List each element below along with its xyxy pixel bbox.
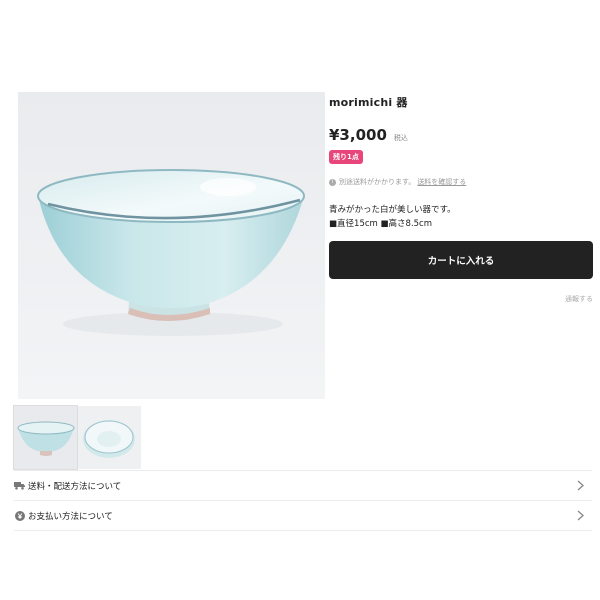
tax-label: 税込: [393, 134, 408, 142]
truck-icon: [14, 480, 25, 491]
info-accordion: 送料・配送方法について お支払い方法について: [14, 470, 592, 531]
chevron-right-icon: [577, 480, 584, 494]
description-line: ■直径15cm ■高さ8.5cm: [329, 219, 433, 229]
product-info: morimichi 器 ¥3,000 税込 残り1点 i 別途送料がかかります。…: [329, 92, 593, 304]
shipping-note: i 別途送料がかかります。 送料を確認する: [329, 177, 593, 187]
price-row: ¥3,000 税込: [329, 126, 593, 144]
product-description: 青みがかった白が美しい器です。 ■直径15cm ■高さ8.5cm: [329, 203, 593, 231]
product-main-image[interactable]: [18, 92, 325, 399]
report-link[interactable]: 通報する: [329, 294, 593, 304]
shipping-method-row[interactable]: 送料・配送方法について: [14, 470, 592, 500]
chevron-right-icon: [577, 510, 584, 524]
product-price: ¥3,000: [329, 126, 387, 144]
thumbnail-top-view[interactable]: [78, 406, 141, 469]
thumbnail-side-view[interactable]: [13, 405, 78, 470]
add-to-cart-button[interactable]: カートに入れる: [329, 241, 593, 279]
shipping-link[interactable]: 送料を確認する: [417, 177, 466, 187]
yen-icon: [14, 510, 25, 521]
payment-method-row[interactable]: お支払い方法について: [14, 500, 592, 531]
description-line: 青みがかった白が美しい器です。: [329, 205, 456, 215]
payment-method-label: お支払い方法について: [28, 511, 113, 522]
product-title: morimichi 器: [329, 96, 408, 109]
shipping-method-label: 送料・配送方法について: [28, 481, 122, 492]
info-icon: i: [329, 178, 336, 186]
stock-badge: 残り1点: [329, 150, 363, 164]
shipping-note-text: 別途送料がかかります。: [339, 178, 416, 186]
bowl-illustration: [18, 92, 325, 399]
thumbnail-strip: [13, 405, 141, 470]
